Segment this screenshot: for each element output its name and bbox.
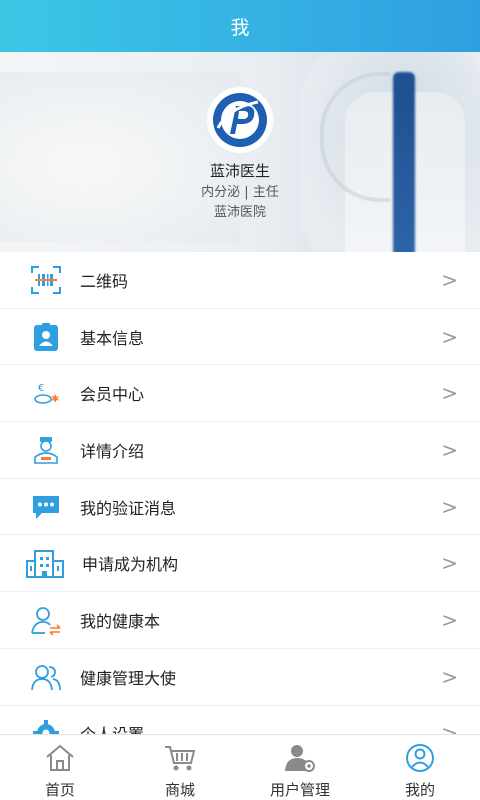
svg-text:✱: ✱ <box>51 394 59 405</box>
profile-icon <box>403 743 437 773</box>
menu-item-label: 健康管理大使 <box>80 668 177 688</box>
bottom-tab-bar: 首页 商城 用户管理 我的 <box>0 734 480 800</box>
chevron-right-icon: > <box>441 494 458 519</box>
tab-user-management[interactable]: 用户管理 <box>240 735 360 800</box>
avatar[interactable] <box>205 85 275 155</box>
chevron-right-icon: > <box>441 551 458 576</box>
home-icon <box>43 743 77 773</box>
menu-item-apply-institution[interactable]: 申请成为机构 > <box>0 535 480 593</box>
menu-list: 二维码 > 基本信息 > € ✱ 会员中心 > 详情介绍 > 我的验证消息 > … <box>0 252 480 734</box>
top-bar: 我 <box>0 0 480 52</box>
chevron-right-icon: > <box>441 324 458 349</box>
menu-item-label: 申请成为机构 <box>82 555 179 575</box>
menu-item-detail-intro[interactable]: 详情介绍 > <box>0 422 480 479</box>
member-icon: € ✱ <box>28 375 64 411</box>
chevron-right-icon: > <box>441 437 458 462</box>
tab-home[interactable]: 首页 <box>0 735 120 800</box>
logo-icon <box>213 93 267 147</box>
menu-item-verification-messages[interactable]: 我的验证消息 > <box>0 479 480 536</box>
menu-item-personal-settings[interactable]: 个人设置 > <box>0 706 480 734</box>
doctor-name: 蓝沛医生 <box>209 162 270 180</box>
menu-item-label: 详情介绍 <box>80 441 145 461</box>
doctor-hospital: 蓝沛医院 <box>213 205 266 220</box>
chevron-right-icon: > <box>441 721 458 734</box>
tab-mine[interactable]: 我的 <box>360 735 480 800</box>
menu-item-label: 我的健康本 <box>80 611 161 631</box>
menu-item-label: 我的验证消息 <box>80 498 177 518</box>
page-title: 我 <box>230 16 250 39</box>
doctor-icon <box>28 432 64 468</box>
chevron-right-icon: > <box>441 607 458 632</box>
doctor-department: 内分泌 | 主任 <box>201 185 279 200</box>
svg-text:€: € <box>38 383 44 394</box>
menu-item-qr-code[interactable]: 二维码 > <box>0 252 480 309</box>
badge-icon <box>28 319 64 355</box>
menu-item-basic-info[interactable]: 基本信息 > <box>0 309 480 366</box>
tab-mall[interactable]: 商城 <box>120 735 240 800</box>
menu-item-label: 基本信息 <box>80 328 145 348</box>
menu-item-label: 二维码 <box>80 271 129 291</box>
users-icon <box>28 659 64 695</box>
chevron-right-icon: > <box>441 381 458 406</box>
menu-item-health-book[interactable]: 我的健康本 > <box>0 592 480 649</box>
message-icon <box>28 489 64 525</box>
user-manage-icon <box>283 743 317 773</box>
user-exchange-icon <box>28 602 64 638</box>
menu-item-member-center[interactable]: € ✱ 会员中心 > <box>0 365 480 423</box>
tab-label: 商城 <box>164 781 195 799</box>
menu-item-label: 会员中心 <box>80 385 145 405</box>
qr-code-icon <box>28 262 64 298</box>
menu-item-health-ambassador[interactable]: 健康管理大使 > <box>0 649 480 706</box>
tab-label: 我的 <box>404 781 435 799</box>
building-icon <box>24 545 66 581</box>
tab-label: 用户管理 <box>269 781 330 799</box>
chevron-right-icon: > <box>441 267 458 292</box>
menu-item-label: 个人设置 <box>80 721 144 734</box>
cart-icon <box>163 743 197 773</box>
chevron-right-icon: > <box>441 664 458 689</box>
gear-icon <box>28 715 64 734</box>
tab-label: 首页 <box>44 781 75 799</box>
